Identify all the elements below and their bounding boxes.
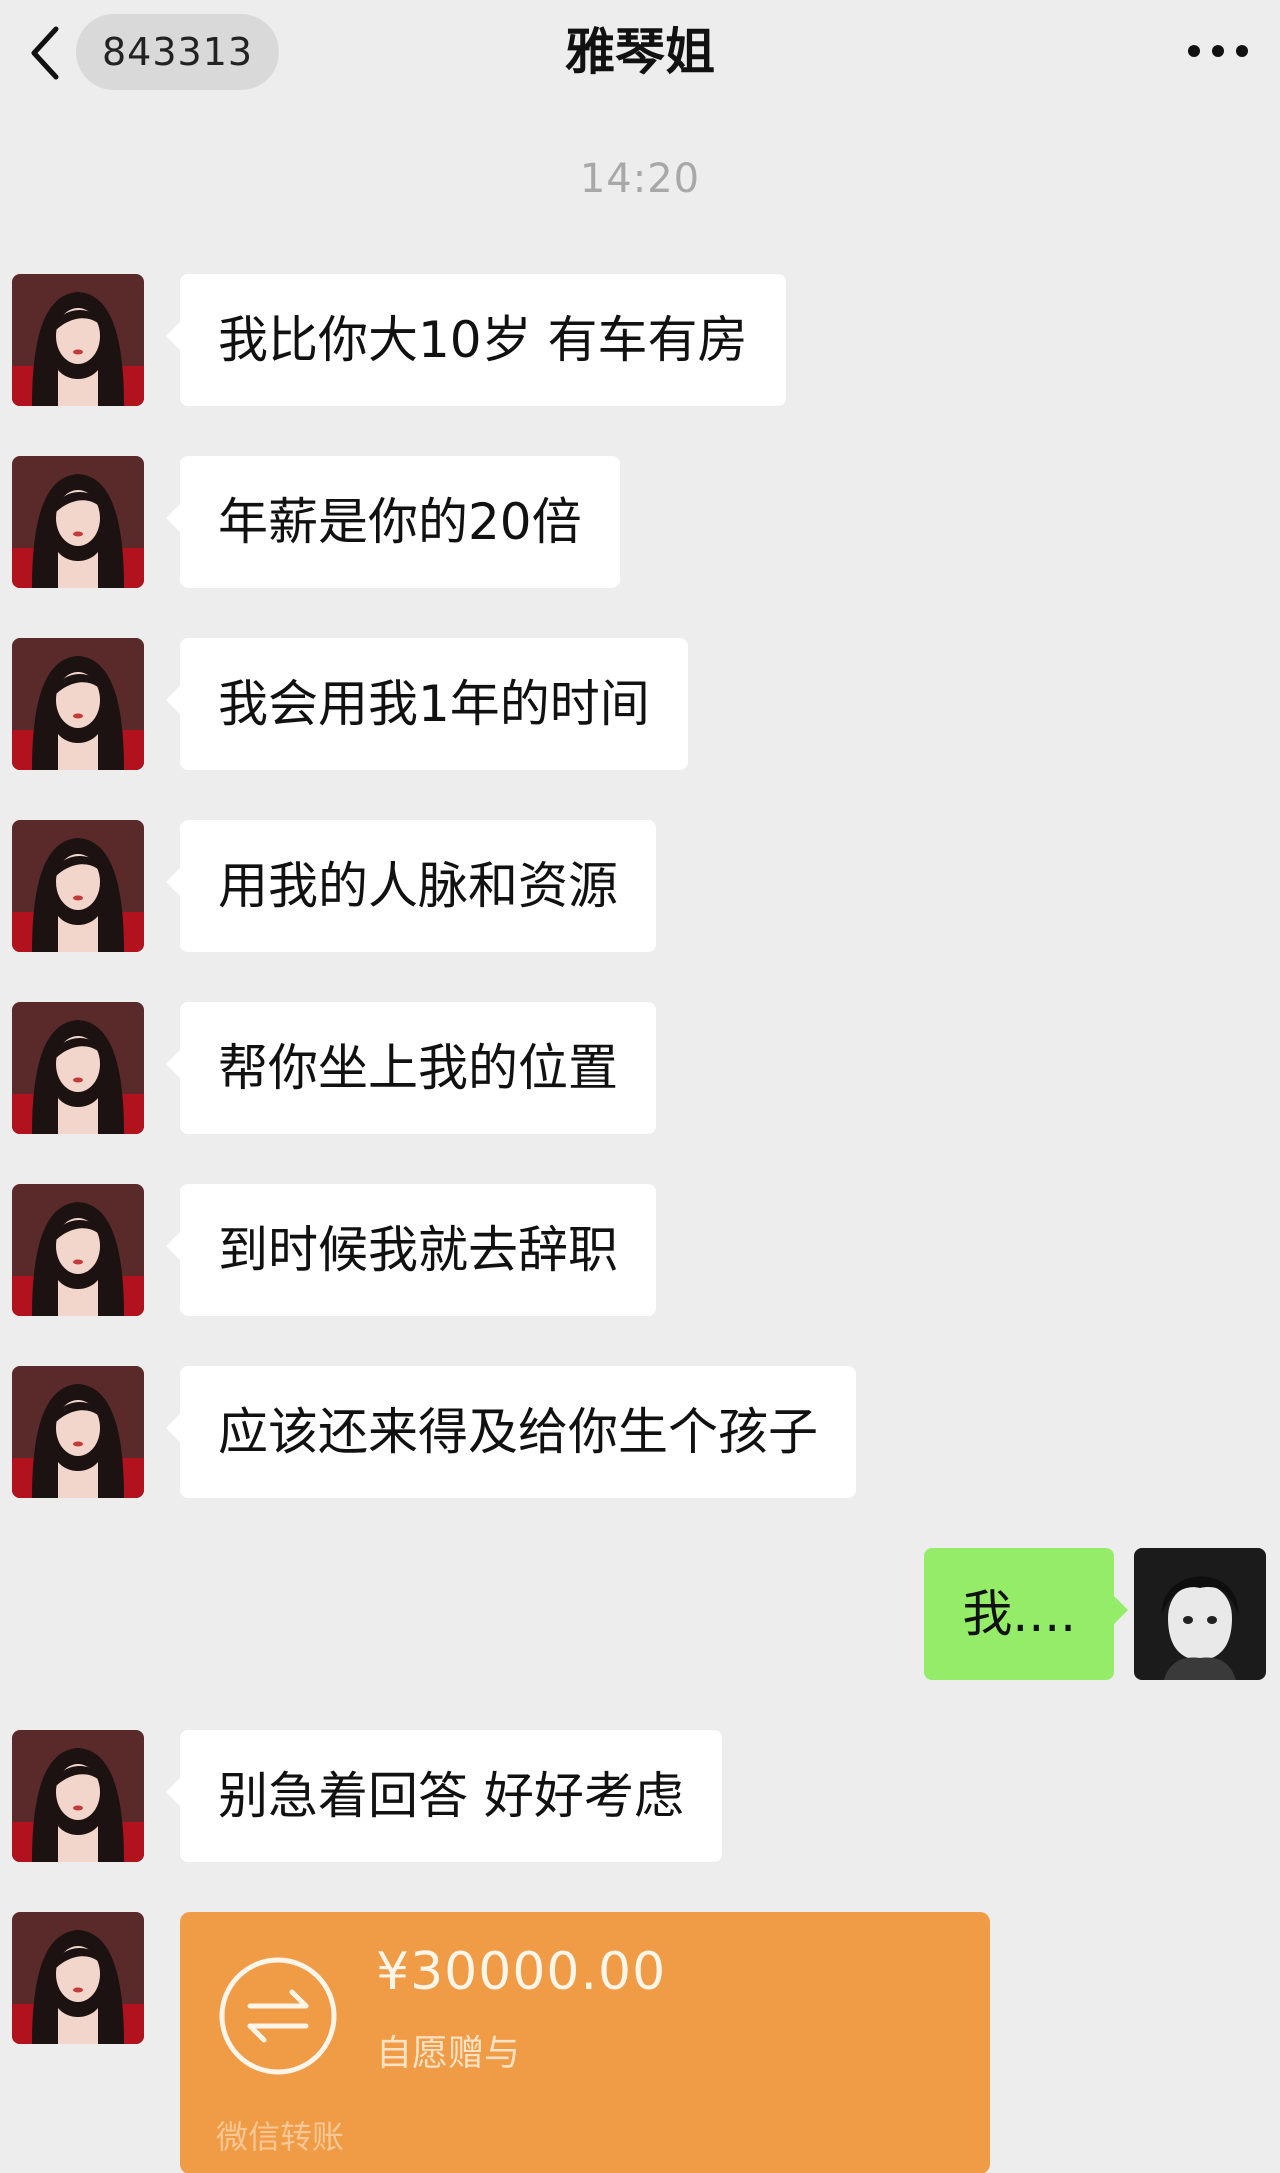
- woman-portrait-icon: [12, 638, 144, 770]
- outgoing-message-bubble[interactable]: 我....: [924, 1548, 1128, 1680]
- woman-portrait-icon: [12, 1912, 144, 2044]
- woman-portrait-icon: [12, 274, 144, 406]
- contact-avatar[interactable]: [12, 820, 144, 952]
- contact-avatar[interactable]: [12, 1366, 144, 1498]
- woman-portrait-icon: [12, 1002, 144, 1134]
- message-timestamp: 14:20: [579, 156, 701, 202]
- woman-portrait-icon: [12, 1184, 144, 1316]
- woman-portrait-icon: [12, 1730, 144, 1862]
- chat-screen: 843313 雅琴姐 14:20 我比你大10岁 有车有房 年薪是你的20倍 我…: [0, 0, 1280, 2173]
- chat-header: 843313 雅琴姐: [0, 0, 1280, 110]
- contact-avatar[interactable]: [12, 1184, 144, 1316]
- contact-avatar[interactable]: [12, 1002, 144, 1134]
- incoming-message-bubble[interactable]: 到时候我就去辞职: [166, 1184, 656, 1316]
- woman-portrait-icon: [12, 1366, 144, 1498]
- transfer-footer-label: 微信转账: [216, 2118, 345, 2156]
- chevron-left-icon: [31, 26, 59, 80]
- wechat-transfer-card[interactable]: ¥30000.00 自愿赠与 微信转账: [180, 1912, 990, 2173]
- incoming-message-bubble[interactable]: 年薪是你的20倍: [166, 456, 620, 588]
- incoming-message-bubble[interactable]: 我会用我1年的时间: [166, 638, 688, 770]
- incoming-message-bubble[interactable]: 我比你大10岁 有车有房: [166, 274, 786, 406]
- contact-avatar[interactable]: [12, 638, 144, 770]
- transfer-note: 自愿赠与: [376, 2033, 521, 2074]
- woman-portrait-icon: [12, 820, 144, 952]
- back-button[interactable]: [18, 18, 72, 88]
- anime-boy-portrait-icon: [1134, 1548, 1266, 1680]
- contact-avatar[interactable]: [12, 274, 144, 406]
- incoming-message-bubble[interactable]: 应该还来得及给你生个孩子: [166, 1366, 856, 1498]
- incoming-message-bubble[interactable]: 别急着回答 好好考虑: [166, 1730, 722, 1862]
- incoming-message-bubble[interactable]: 帮你坐上我的位置: [166, 1002, 656, 1134]
- my-avatar[interactable]: [1134, 1548, 1266, 1680]
- contact-avatar[interactable]: [12, 1912, 144, 2044]
- more-dots-icon: [1188, 45, 1248, 57]
- unread-count-badge[interactable]: 843313: [76, 14, 280, 90]
- more-options-button[interactable]: [1178, 26, 1258, 76]
- transfer-amount: ¥30000.00: [376, 1942, 667, 2002]
- contact-avatar[interactable]: [12, 456, 144, 588]
- contact-avatar[interactable]: [12, 1730, 144, 1862]
- incoming-message-bubble[interactable]: 用我的人脉和资源: [166, 820, 656, 952]
- woman-portrait-icon: [12, 456, 144, 588]
- transfer-arrows-icon: [219, 1957, 337, 2075]
